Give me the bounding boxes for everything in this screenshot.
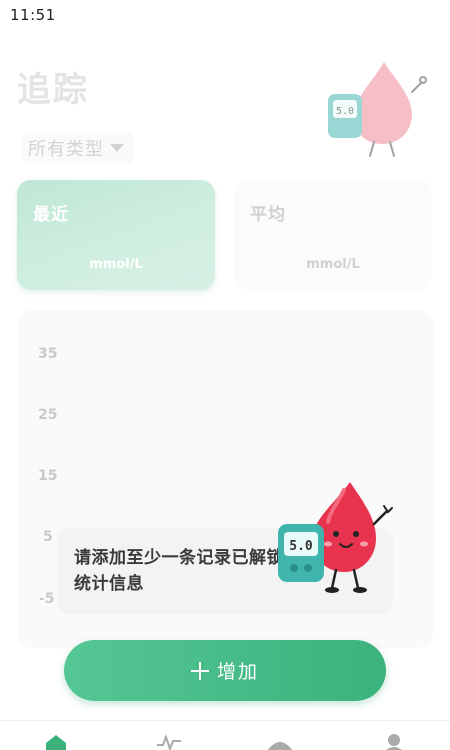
add-button-label: 增加 xyxy=(216,661,259,683)
type-filter-label: 所有类型 xyxy=(28,139,104,160)
y-tick-label: 15 xyxy=(38,468,58,484)
average-stat-card[interactable]: 平均 mmol/L xyxy=(234,180,432,290)
caret-down-icon xyxy=(110,144,124,152)
recent-stat-card[interactable]: 最近 mmol/L xyxy=(17,180,215,290)
recent-title: 最近 xyxy=(33,205,69,225)
status-bar: 11:51 xyxy=(0,0,450,30)
home-icon[interactable] xyxy=(44,733,68,750)
recent-unit: mmol/L xyxy=(89,257,143,272)
y-tick-label: 5 xyxy=(43,529,53,545)
bottom-nav xyxy=(0,720,450,750)
blood-drop-mascot-icon: 5.0 xyxy=(278,482,393,593)
type-filter-dropdown[interactable]: 所有类型 xyxy=(22,132,134,164)
empty-state-message: 请添加至少一条记录已解锁统计信息 xyxy=(74,548,284,594)
svg-text:5.0: 5.0 xyxy=(289,539,313,554)
y-tick-label: 35 xyxy=(38,346,58,362)
y-tick-label: 25 xyxy=(38,407,58,423)
average-unit: mmol/L xyxy=(306,257,360,272)
heart-rate-icon[interactable] xyxy=(155,733,183,750)
status-time: 11:51 xyxy=(10,6,56,24)
add-record-button[interactable]: 增加 xyxy=(64,640,386,701)
blood-drop-mascot-icon: 5.0 xyxy=(328,62,427,157)
average-title: 平均 xyxy=(250,205,286,225)
profile-icon[interactable] xyxy=(384,733,404,750)
plus-icon xyxy=(190,661,209,680)
svg-text:5.0: 5.0 xyxy=(336,106,354,117)
page-title: 追踪 xyxy=(17,70,89,110)
stats-icon[interactable] xyxy=(265,733,295,750)
y-tick-label: -5 xyxy=(39,591,55,607)
